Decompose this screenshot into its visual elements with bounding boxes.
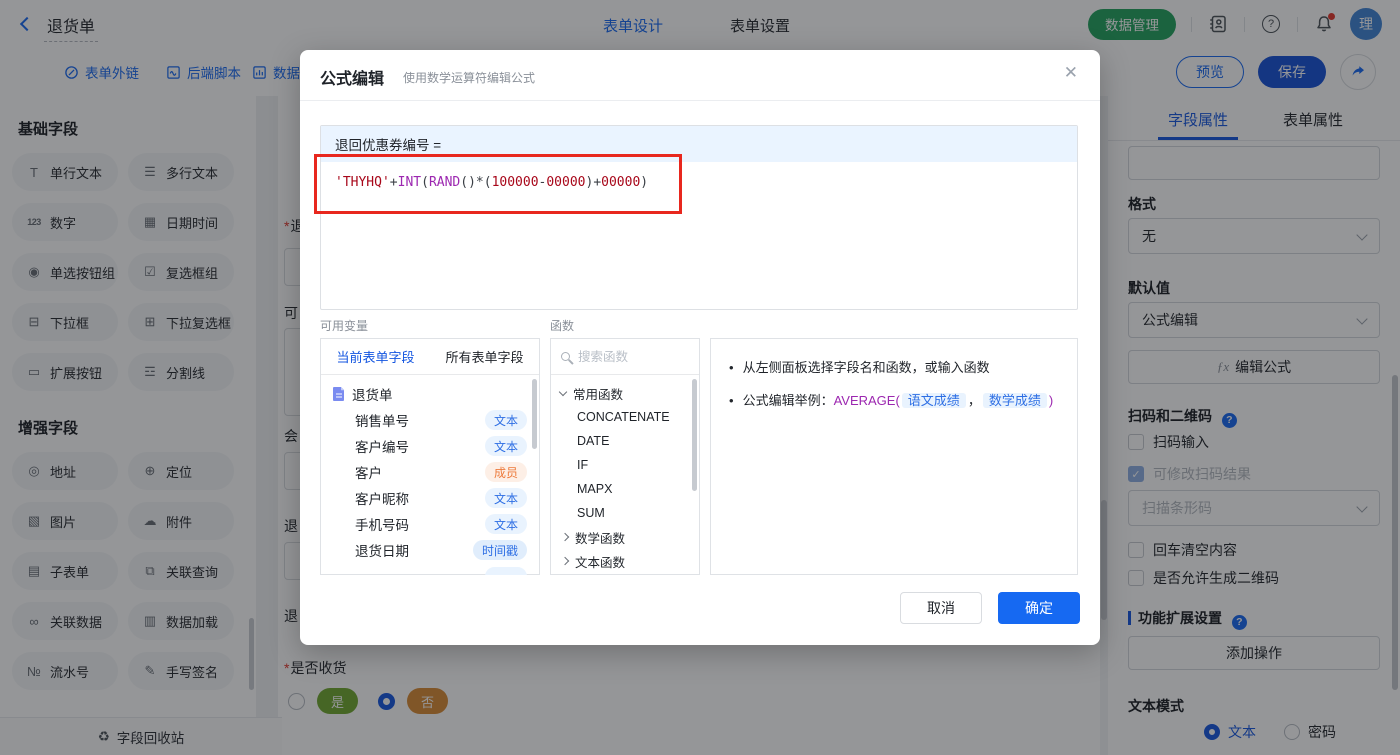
tab-current-form-fields[interactable]: 当前表单字段 bbox=[321, 339, 430, 374]
confirm-button[interactable]: 确定 bbox=[998, 592, 1080, 624]
function-group-math[interactable]: 数学函数 bbox=[551, 525, 699, 549]
function-item[interactable]: CONCATENATE bbox=[551, 405, 699, 429]
tip-line-1: • 从左侧面板选择字段名和函数，或输入函数 bbox=[729, 358, 1059, 378]
example-function: AVERAGE( bbox=[833, 393, 900, 408]
tab-all-form-fields[interactable]: 所有表单字段 bbox=[430, 339, 539, 374]
example-comma: ， bbox=[967, 393, 981, 408]
variable-name: 客户昵称 bbox=[355, 492, 409, 507]
tip-prefix: 公式编辑举例： bbox=[742, 393, 834, 408]
modal-title: 公式编辑 bbox=[320, 71, 385, 88]
search-icon bbox=[561, 352, 570, 361]
function-name: CONCATENATE bbox=[577, 410, 670, 424]
divider bbox=[300, 100, 1100, 101]
type-badge: 时间戳 bbox=[472, 540, 527, 560]
functions-scrollbar-thumb[interactable] bbox=[692, 379, 697, 491]
functions-panel-label: 函数 bbox=[550, 319, 575, 333]
function-search-input[interactable] bbox=[578, 349, 673, 364]
variables-panel-label: 可用变量 bbox=[320, 319, 369, 333]
tip-text: 从左侧面板选择字段名和函数，或输入函数 bbox=[742, 360, 990, 375]
function-item[interactable]: DATE bbox=[551, 429, 699, 453]
chevron-right-icon bbox=[560, 532, 570, 542]
variable-name: 手机号码 bbox=[355, 518, 409, 533]
example-field-chip: 语文成绩 bbox=[901, 393, 966, 408]
variable-row[interactable]: 客户昵称 文本 bbox=[321, 485, 539, 511]
variable-name: 退货日期 bbox=[355, 544, 409, 559]
formula-editor: 退回优惠券编号 = 'THYHQ'+INT(RAND()*(100000-000… bbox=[320, 125, 1078, 310]
form-node-label: 退货单 bbox=[352, 388, 393, 403]
variable-name: 客户 bbox=[355, 466, 382, 481]
tips-panel: • 从左侧面板选择字段名和函数，或输入函数 • 公式编辑举例：AVERAGE(语… bbox=[710, 338, 1078, 575]
function-item[interactable]: IF bbox=[551, 453, 699, 477]
tip-line-2: • 公式编辑举例：AVERAGE(语文成绩，数学成绩) bbox=[729, 391, 1059, 411]
function-group-text[interactable]: 文本函数 bbox=[551, 549, 699, 573]
variable-row[interactable]: 销售单号 文本 bbox=[321, 407, 539, 433]
modal-subtitle: 使用数学运算符编辑公式 bbox=[403, 71, 536, 85]
function-name: MAPX bbox=[577, 482, 613, 496]
type-badge: 文本 bbox=[484, 436, 527, 456]
variables-scrollbar-thumb[interactable] bbox=[532, 379, 537, 449]
bullet: • bbox=[729, 393, 734, 408]
bullet: • bbox=[729, 360, 734, 375]
function-group-common[interactable]: 常用函数 bbox=[551, 381, 699, 405]
variable-row[interactable]: 手机号码 文本 bbox=[321, 511, 539, 537]
group-label: 数学函数 bbox=[575, 531, 626, 546]
variables-form-node[interactable]: 退货单 bbox=[321, 381, 539, 407]
variables-tabs: 当前表单字段 所有表单字段 bbox=[321, 339, 539, 375]
chevron-right-icon bbox=[560, 556, 570, 566]
red-annotation-box bbox=[314, 154, 682, 214]
cancel-button[interactable]: 取消 bbox=[900, 592, 982, 624]
functions-panel: 常用函数 CONCATENATE DATE IF MAPX SUM 数学函数 文… bbox=[550, 338, 700, 575]
type-badge: 成员 bbox=[484, 462, 527, 482]
function-name: DATE bbox=[577, 434, 610, 448]
chevron-down-icon bbox=[558, 387, 568, 396]
formula-edit-modal: 公式编辑 使用数学运算符编辑公式 ✕ 退回优惠券编号 = 'THYHQ'+INT… bbox=[300, 50, 1100, 645]
function-search[interactable] bbox=[551, 339, 699, 375]
variable-row-clipped[interactable] bbox=[321, 563, 539, 575]
variable-row[interactable]: 客户 成员 bbox=[321, 459, 539, 485]
function-name: IF bbox=[577, 458, 589, 472]
function-item[interactable]: SUM bbox=[551, 501, 699, 525]
close-icon[interactable]: ✕ bbox=[1064, 63, 1078, 83]
type-badge: 文本 bbox=[484, 488, 527, 508]
type-badge: 文本 bbox=[484, 514, 527, 534]
example-field-chip: 数学成绩 bbox=[982, 393, 1047, 408]
function-tree: 常用函数 CONCATENATE DATE IF MAPX SUM 数学函数 文… bbox=[551, 375, 699, 575]
variables-panel: 当前表单字段 所有表单字段 退货单 销售单号 文本 客户编号 文本 客户 成员 客户昵… bbox=[320, 338, 540, 575]
form-doc-icon bbox=[333, 387, 345, 401]
variable-name: 销售单号 bbox=[355, 414, 409, 429]
function-name: SUM bbox=[577, 506, 605, 520]
variable-row[interactable]: 退货日期 时间戳 bbox=[321, 537, 539, 563]
example-close-paren: ) bbox=[1048, 393, 1054, 408]
tip-example: 公式编辑举例：AVERAGE(语文成绩，数学成绩) bbox=[742, 391, 1054, 411]
group-label: 常用函数 bbox=[573, 387, 624, 402]
type-badge: 文本 bbox=[484, 410, 527, 430]
variables-list: 退货单 销售单号 文本 客户编号 文本 客户 成员 客户昵称 文本 手机号码 文本 退货日… bbox=[321, 375, 539, 575]
variable-row[interactable]: 客户编号 文本 bbox=[321, 433, 539, 459]
type-badge bbox=[485, 566, 527, 575]
group-label: 文本函数 bbox=[575, 555, 626, 570]
function-item[interactable]: MAPX bbox=[551, 477, 699, 501]
variable-name: 客户编号 bbox=[355, 440, 409, 455]
